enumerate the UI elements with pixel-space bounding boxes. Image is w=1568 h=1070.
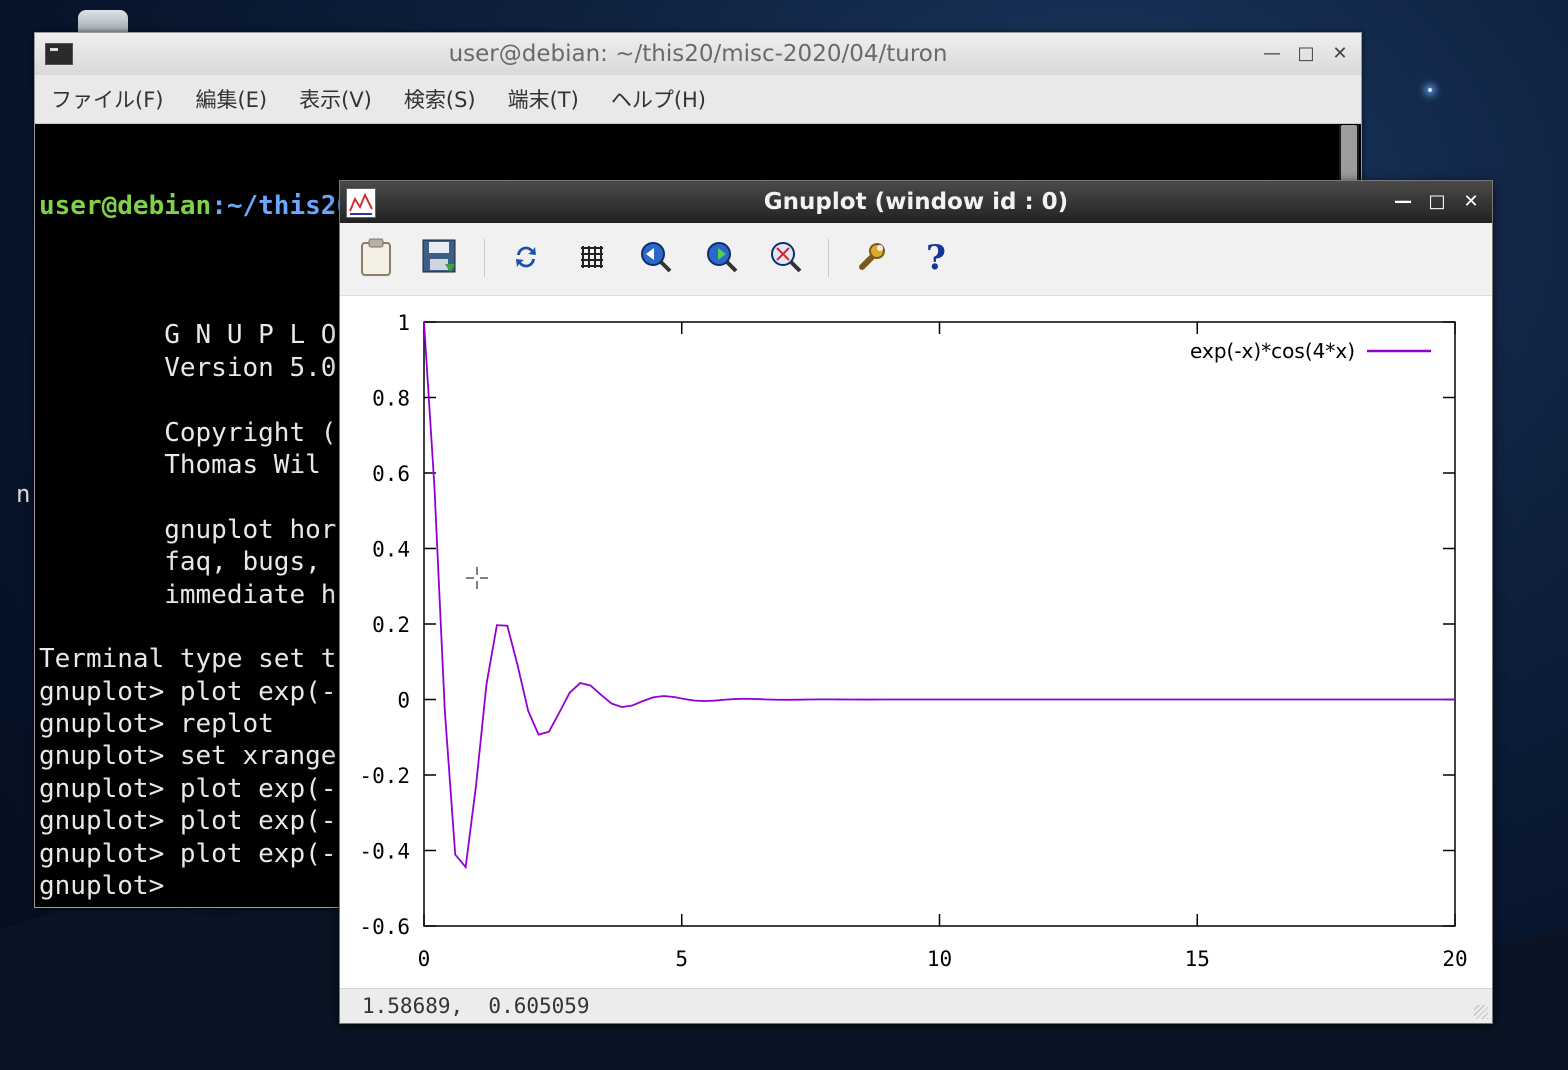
- plot-canvas[interactable]: 0 5 10 15 20 -0.6 -0.4 -0.2 0 0.2 0.4 0.6 0.8 1 exp(-x…: [340, 296, 1492, 988]
- desktop-drive-icon[interactable]: [78, 10, 128, 34]
- plot-area[interactable]: 0 5 10 15 20 -0.6 -0.4 -0.2 0 0.2 0.4 0.6 0.8 1 exp(-x…: [340, 296, 1492, 988]
- gnuplot-app-icon: [346, 188, 376, 218]
- autoscale-button[interactable]: [766, 237, 806, 277]
- export-button[interactable]: [420, 237, 460, 277]
- menu-search[interactable]: 検索(S): [388, 84, 492, 114]
- zoom-previous-icon: [641, 242, 672, 273]
- y-tick-label: 0.4: [372, 538, 410, 562]
- grid-toggle-button[interactable]: [572, 237, 612, 277]
- wrench-icon: [859, 243, 885, 270]
- x-tick-label: 0: [418, 947, 431, 971]
- y-tick-label: 0: [397, 689, 410, 713]
- close-icon[interactable]: ✕: [1462, 181, 1480, 223]
- menu-help[interactable]: ヘルプ(H): [595, 84, 722, 114]
- x-tick-label: 20: [1442, 947, 1467, 971]
- toolbar-separator: [828, 239, 829, 277]
- y-tick-label: 0.8: [372, 387, 410, 411]
- close-icon[interactable]: ✕: [1331, 33, 1349, 75]
- x-tick-label: 10: [927, 947, 952, 971]
- gnuplot-toolbar: ?: [340, 223, 1492, 296]
- status-bar: 1.58689, 0.605059: [340, 988, 1492, 1023]
- replot-button[interactable]: [506, 237, 546, 277]
- menu-edit[interactable]: 編集(E): [179, 84, 283, 114]
- terminal-app-icon: [45, 43, 73, 65]
- y-tick-label: 0.6: [372, 462, 410, 486]
- mouse-crosshair-icon: [466, 567, 488, 589]
- terminal-titlebar[interactable]: user@debian: ~/this20/misc-2020/04/turon…: [35, 33, 1361, 75]
- zoom-next-icon: [707, 242, 738, 273]
- terminal-menubar: ファイル(F) 編集(E) 表示(V) 検索(S) 端末(T) ヘルプ(H): [35, 75, 1361, 124]
- menu-view[interactable]: 表示(V): [283, 84, 388, 114]
- y-tick-label: 1: [397, 311, 410, 335]
- y-tick-label: -0.6: [359, 915, 410, 939]
- copy-to-clipboard-button[interactable]: [356, 237, 396, 277]
- minimize-icon[interactable]: —: [1263, 33, 1281, 75]
- resize-grip[interactable]: [1474, 1005, 1488, 1019]
- help-icon: ?: [926, 239, 946, 275]
- autoscale-icon: [771, 242, 802, 273]
- menu-file[interactable]: ファイル(F): [35, 84, 179, 114]
- series-line: [423, 321, 1455, 870]
- svg-text:?: ?: [926, 239, 946, 275]
- desktop-label-fragment: n: [16, 480, 31, 508]
- terminal-title: user@debian: ~/this20/misc-2020/04/turon: [448, 41, 948, 67]
- plot-border: [423, 321, 1456, 927]
- toolbar-separator: [484, 239, 485, 277]
- previous-zoom-button[interactable]: [636, 237, 676, 277]
- mouse-coordinates: 1.58689, 0.605059: [362, 994, 590, 1018]
- gnuplot-window[interactable]: Gnuplot (window id : 0) — □ ✕ ? 0 5 10 1…: [339, 180, 1493, 1024]
- star-decoration: [1428, 88, 1432, 92]
- gnuplot-title: Gnuplot (window id : 0): [763, 189, 1069, 215]
- menu-terminal[interactable]: 端末(T): [492, 84, 595, 114]
- settings-button[interactable]: [852, 237, 892, 277]
- grid-icon: [581, 246, 603, 268]
- x-tick-label: 5: [675, 947, 688, 971]
- clipboard-icon: [361, 238, 391, 276]
- next-zoom-button[interactable]: [702, 237, 742, 277]
- replot-icon: [516, 246, 536, 268]
- scrollbar-thumb[interactable]: [1341, 125, 1357, 185]
- minimize-icon[interactable]: —: [1394, 181, 1412, 223]
- gnuplot-titlebar[interactable]: Gnuplot (window id : 0) — □ ✕: [340, 181, 1492, 223]
- legend-label: exp(-x)*cos(4*x): [1190, 339, 1355, 363]
- y-tick-label: -0.4: [359, 840, 410, 864]
- maximize-icon[interactable]: □: [1428, 181, 1446, 223]
- x-tick-label: 15: [1185, 947, 1210, 971]
- maximize-icon[interactable]: □: [1297, 33, 1315, 75]
- save-icon: [422, 239, 456, 273]
- y-tick-label: 0.2: [372, 613, 410, 637]
- y-tick-label: -0.2: [359, 764, 410, 788]
- help-button[interactable]: ?: [916, 237, 956, 277]
